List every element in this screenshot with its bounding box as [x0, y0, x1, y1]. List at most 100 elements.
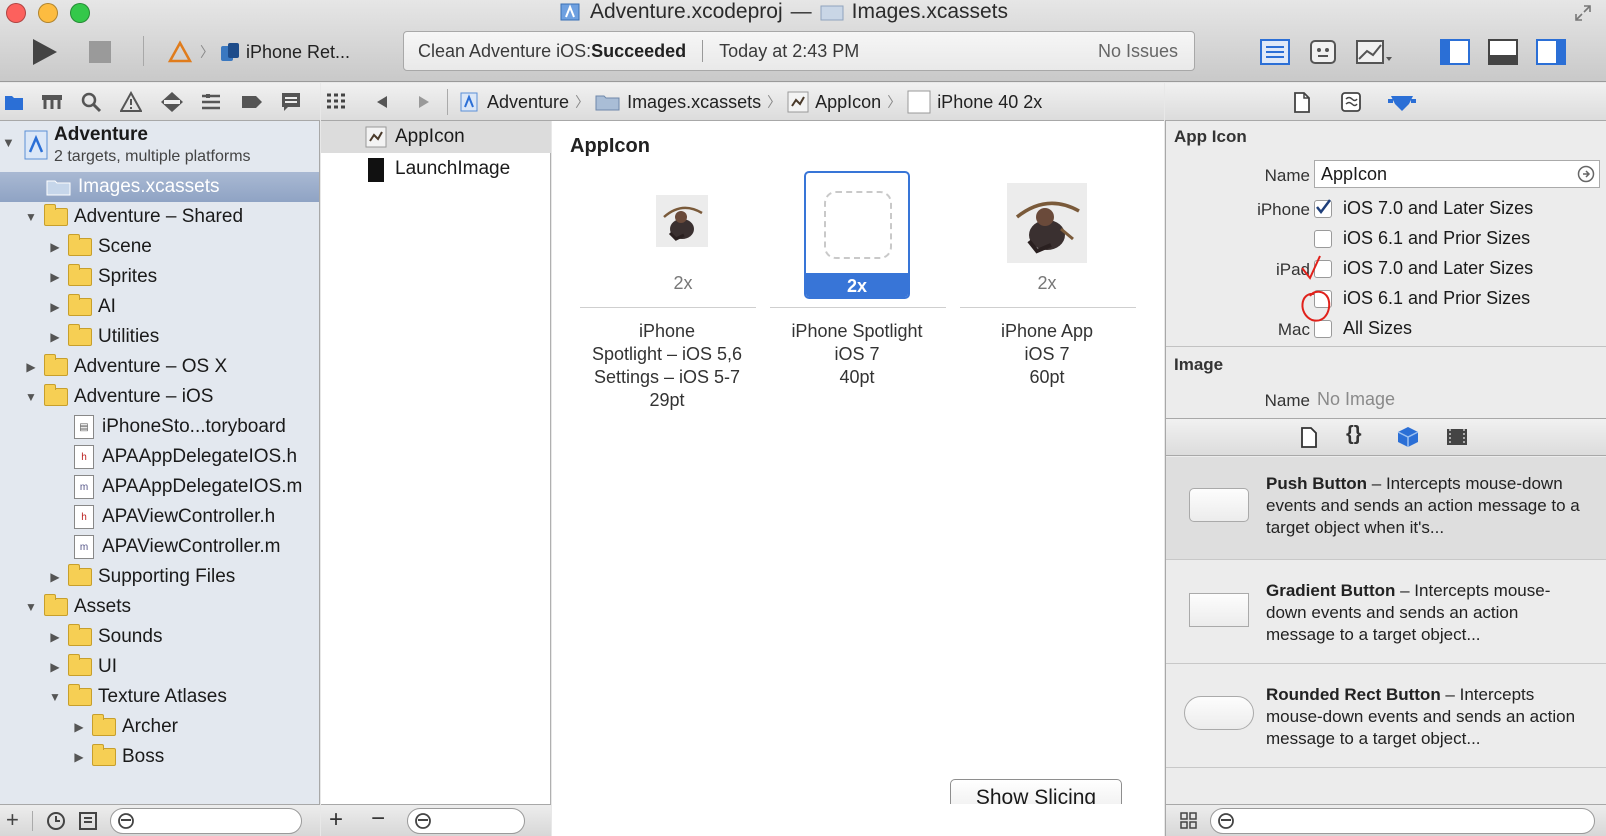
nav-item-scene[interactable]: ▶ Scene: [0, 232, 319, 262]
toggle-utilities-button[interactable]: [1534, 37, 1568, 67]
navigator-filter-field[interactable]: [110, 808, 302, 834]
library-selector-bar: {}: [1166, 418, 1606, 456]
xcodeproj-icon: [560, 3, 580, 21]
library-item-rounded-rect-button[interactable]: Rounded Rect Button – Intercepts mouse-d…: [1166, 664, 1606, 766]
scheme-app-icon: [167, 40, 193, 63]
version-editor-button[interactable]: [1354, 37, 1396, 67]
nav-item-label: Archer: [122, 716, 178, 737]
nav-item-label: Boss: [122, 746, 165, 767]
code-snippet-library-icon[interactable]: {}: [1346, 423, 1362, 446]
grid-view-icon[interactable]: [1180, 812, 1198, 830]
nav-item-images-xcassets[interactable]: Images.xcassets: [0, 172, 319, 202]
header-file-icon: h: [74, 445, 94, 469]
nav-item-utilities[interactable]: ▶ Utilities: [0, 322, 319, 352]
symbol-navigator-icon[interactable]: [40, 92, 64, 112]
go-arrow-icon[interactable]: [1577, 165, 1595, 183]
asset-filter-field[interactable]: [407, 808, 525, 834]
window-title: Adventure.xcodeproj — Images.xcassets: [560, 0, 1120, 24]
bottom-panel-icon: [1488, 39, 1518, 65]
icon-slot-app-ios7[interactable]: 2x: [994, 171, 1100, 299]
source-control-filter-icon[interactable]: [78, 811, 98, 831]
back-arrow-icon[interactable]: [373, 94, 391, 110]
quick-help-icon[interactable]: [1341, 92, 1361, 112]
stop-button[interactable]: [84, 36, 116, 68]
breakpoint-navigator-icon[interactable]: [240, 92, 264, 112]
media-library-icon[interactable]: [1446, 427, 1468, 447]
toggle-navigator-button[interactable]: [1438, 37, 1472, 67]
image-name-value: No Image: [1317, 389, 1396, 409]
filter-icon: [415, 813, 431, 829]
crumb-appicon[interactable]: AppIcon: [815, 92, 881, 113]
recent-files-icon[interactable]: [46, 811, 66, 831]
library-item-gradient-button[interactable]: Gradient Button – Intercepts mouse-down …: [1166, 560, 1606, 662]
fullscreen-icon[interactable]: [1573, 3, 1593, 23]
nav-item-sounds[interactable]: ▶ Sounds: [0, 622, 319, 652]
nav-item-texture-atlases[interactable]: ▼ Texture Atlases: [0, 682, 319, 712]
attributes-inspector-icon[interactable]: [1387, 92, 1417, 112]
push-button-preview: [1189, 488, 1249, 522]
add-asset-icon[interactable]: +: [329, 806, 343, 834]
crumb-project[interactable]: Adventure: [487, 92, 569, 113]
nav-item-storyboard[interactable]: ▤ iPhoneSto...toryboard: [0, 412, 319, 442]
test-navigator-icon[interactable]: [160, 91, 184, 113]
nav-item-appdelegate-m[interactable]: m APAAppDelegateIOS.m: [0, 472, 319, 502]
nav-item-appdelegate-h[interactable]: h APAAppDelegateIOS.h: [0, 442, 319, 472]
nav-item-viewcontroller-h[interactable]: h APAViewController.h: [0, 502, 319, 532]
caption-line: iOS 7: [834, 344, 880, 364]
related-items-icon[interactable]: [325, 92, 347, 112]
remove-asset-icon[interactable]: −: [371, 805, 385, 833]
name-label: Name: [1264, 166, 1310, 185]
object-library-icon[interactable]: [1396, 425, 1420, 449]
zoom-window-button[interactable]: [70, 3, 90, 23]
scheme-selector[interactable]: 〉 iPhone Ret...: [166, 36, 350, 68]
nav-item-viewcontroller-m[interactable]: m APAViewController.m: [0, 532, 319, 562]
nav-item-ui[interactable]: ▶ UI: [0, 652, 319, 682]
archer-icon-image: [1007, 183, 1087, 263]
file-inspector-icon[interactable]: [1293, 92, 1311, 114]
file-template-library-icon[interactable]: [1300, 427, 1318, 449]
crumb-slot[interactable]: iPhone 40 2x: [937, 92, 1042, 113]
asset-item-appicon[interactable]: AppIcon: [321, 121, 551, 153]
log-navigator-icon[interactable]: [280, 91, 302, 113]
search-navigator-icon[interactable]: [80, 91, 102, 113]
nav-item-boss[interactable]: ▶ Boss: [0, 742, 319, 772]
nav-item-ai[interactable]: ▶ AI: [0, 292, 319, 322]
nav-item-supporting-files[interactable]: ▶ Supporting Files: [0, 562, 319, 592]
jumpbar-divider: [447, 89, 448, 115]
iphone-ios7-checkbox[interactable]: [1314, 199, 1332, 218]
caption-line: Spotlight – iOS 5,6: [591, 344, 743, 364]
library-item-push-button[interactable]: Push Button – Intercepts mouse-down even…: [1166, 457, 1606, 559]
nav-item-sprites[interactable]: ▶ Sprites: [0, 262, 319, 292]
asset-list: AppIcon LaunchImage: [321, 121, 551, 804]
iphone-ios61-checkbox[interactable]: [1314, 230, 1332, 248]
name-field[interactable]: AppIcon: [1314, 160, 1600, 188]
nav-item-adventure-shared[interactable]: ▼ Adventure – Shared: [0, 202, 319, 232]
standard-editor-button[interactable]: [1258, 37, 1292, 67]
toggle-debug-area-button[interactable]: [1486, 37, 1520, 67]
project-navigator-icon[interactable]: [4, 92, 24, 112]
add-icon[interactable]: +: [6, 807, 19, 833]
close-window-button[interactable]: [6, 3, 26, 23]
asset-item-launchimage[interactable]: LaunchImage: [321, 153, 551, 185]
debug-navigator-icon[interactable]: [200, 92, 222, 112]
checkmark-icon: [1316, 199, 1331, 215]
asset-list-bottom-bar: + −: [321, 804, 551, 836]
project-navigator: ▼ Adventure 2 targets, multiple platform…: [0, 121, 320, 804]
nav-item-archer[interactable]: ▶ Archer: [0, 712, 319, 742]
run-button[interactable]: [26, 34, 62, 70]
folder-icon: [44, 354, 68, 376]
nav-item-assets[interactable]: ▼ Assets: [0, 592, 319, 622]
assistant-editor-button[interactable]: [1306, 37, 1340, 67]
minimize-window-button[interactable]: [38, 3, 58, 23]
crumb-catalog[interactable]: Images.xcassets: [627, 92, 761, 113]
attributes-inspector: App Icon Name AppIcon iPhone iOS 7.0 and…: [1165, 121, 1606, 804]
icon-slot-spotlight-ios7[interactable]: 2x: [804, 171, 910, 299]
nav-item-adventure-ios[interactable]: ▼ Adventure – iOS: [0, 382, 319, 412]
forward-arrow-icon[interactable]: [415, 94, 433, 110]
issue-navigator-icon[interactable]: [120, 91, 142, 113]
project-root-row[interactable]: ▼ Adventure 2 targets, multiple platform…: [0, 121, 319, 171]
nav-item-adventure-osx[interactable]: ▶ Adventure – OS X: [0, 352, 319, 382]
issues-label[interactable]: No Issues: [1098, 41, 1178, 62]
icon-slot-spotlight-settings[interactable]: 2x: [630, 171, 736, 299]
library-filter-field[interactable]: [1210, 808, 1595, 834]
